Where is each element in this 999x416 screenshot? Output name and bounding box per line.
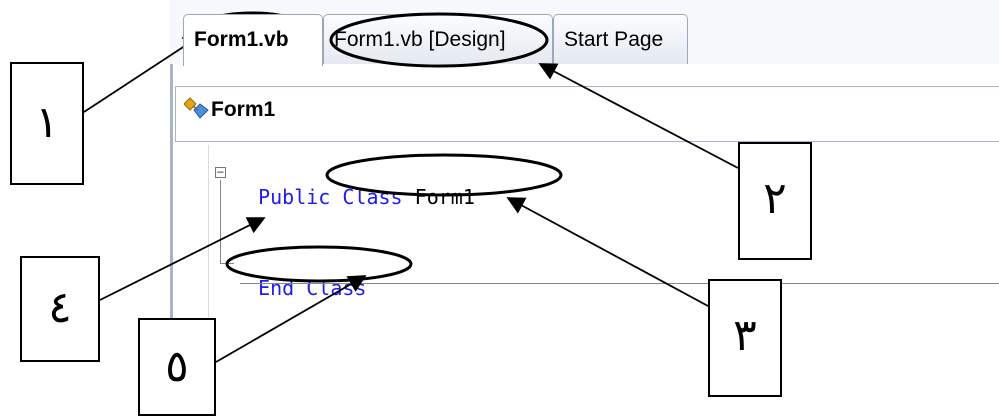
outline-line xyxy=(220,180,221,263)
keyword-class-end: Class xyxy=(306,276,367,300)
keyword-public: Public xyxy=(258,185,331,209)
collapse-toggle[interactable]: − xyxy=(215,166,226,178)
tab-start-page[interactable]: Start Page xyxy=(553,14,688,64)
callout-4: ٤ xyxy=(20,256,100,362)
procedure-separator xyxy=(240,283,999,284)
callout-5: ٥ xyxy=(138,318,216,416)
class-name: Form1 xyxy=(414,185,475,209)
keyword-class: Class xyxy=(342,185,403,209)
tab-form1-vb-design[interactable]: Form1.vb [Design] xyxy=(323,14,553,64)
callout-1: ١ xyxy=(10,62,84,185)
callout-3: ٣ xyxy=(708,279,782,397)
callout-2: ٢ xyxy=(738,142,812,260)
class-icon xyxy=(184,97,209,119)
outline-line-end xyxy=(220,263,234,264)
tab-form1-vb[interactable]: Form1.vb xyxy=(183,14,323,66)
class-selector-bar[interactable] xyxy=(175,86,999,142)
code-line-end-class[interactable]: End Class xyxy=(234,252,366,300)
class-selector-label[interactable]: Form1 xyxy=(211,98,275,122)
code-line-class-declaration[interactable]: Public Class Form1 xyxy=(234,161,475,209)
keyword-end: End xyxy=(258,276,295,300)
